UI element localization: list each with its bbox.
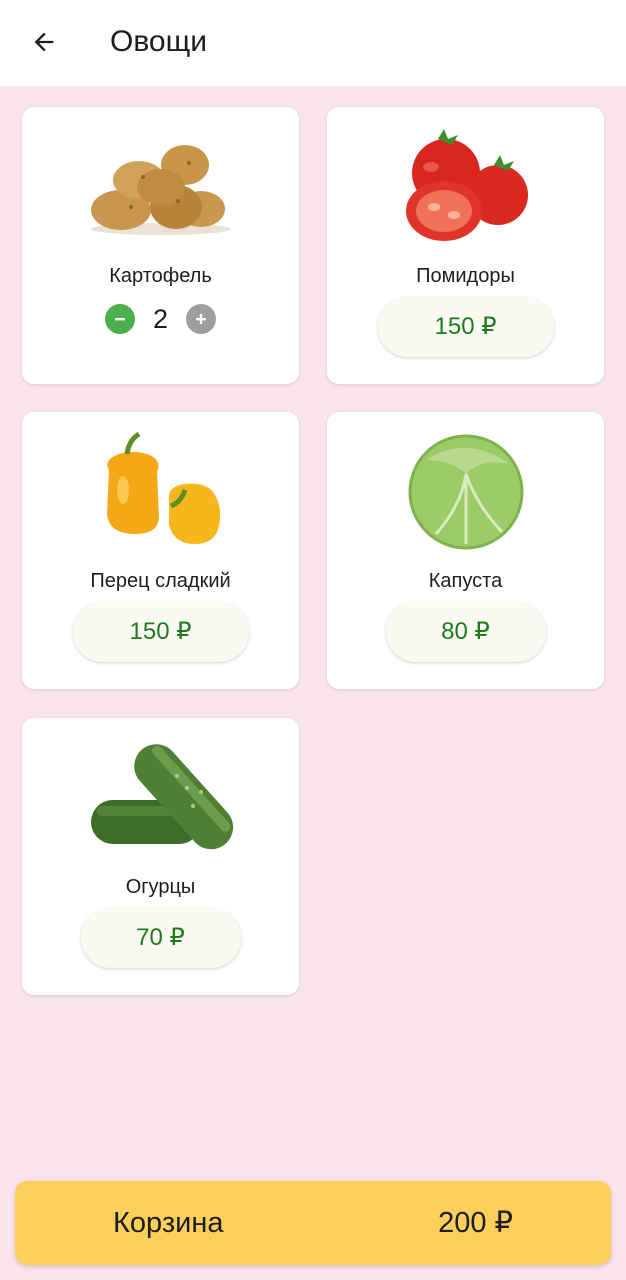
quantity-value: 2: [152, 303, 169, 334]
product-card-cucumber[interactable]: Огурцы 70 ₽: [22, 718, 299, 995]
cart-button[interactable]: Корзина 200 ₽: [15, 1181, 611, 1265]
product-card-bell-pepper[interactable]: Перец сладкий 150 ₽: [22, 412, 299, 689]
product-name: Капуста: [428, 570, 503, 592]
add-to-cart-price-button[interactable]: 70 ₽: [80, 908, 241, 968]
bell-pepper-image: [106, 431, 220, 544]
arrow-left-icon: [34, 32, 54, 52]
page-title: Овощи: [110, 25, 208, 58]
product-name: Огурцы: [125, 876, 196, 898]
top-app-bar: Овощи: [0, 0, 626, 86]
decrease-button[interactable]: [104, 304, 135, 334]
product-card-potato[interactable]: Картофель 2: [22, 107, 299, 384]
product-name: Перец сладкий: [90, 570, 231, 592]
add-to-cart-price-button[interactable]: 80 ₽: [385, 602, 546, 662]
minus-icon: [114, 318, 125, 321]
plus-icon: [196, 314, 207, 324]
increase-button[interactable]: [186, 304, 217, 334]
quantity-stepper: 2: [22, 303, 299, 335]
product-name: Картофель: [109, 265, 212, 287]
add-to-cart-price-button[interactable]: 150 ₽: [72, 602, 249, 662]
add-to-cart-price-button[interactable]: 150 ₽: [377, 297, 554, 357]
product-card-cabbage[interactable]: Капуста 80 ₽: [327, 412, 604, 689]
tomato-image: [405, 129, 528, 241]
cart-total: 200 ₽: [438, 1207, 513, 1239]
cart-label: Корзина: [113, 1207, 224, 1239]
product-name: Помидоры: [416, 265, 515, 287]
potato-image: [90, 145, 231, 235]
back-button[interactable]: [26, 24, 62, 60]
cabbage-image: [408, 434, 523, 550]
product-card-tomato[interactable]: Помидоры 150 ₽: [327, 107, 604, 384]
cucumber-image: [90, 744, 233, 850]
